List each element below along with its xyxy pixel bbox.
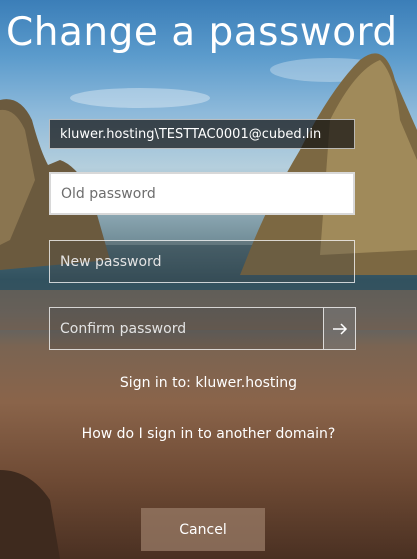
submit-button[interactable] bbox=[323, 307, 356, 350]
change-password-screen: Change a password Sign in to: kluwer.hos… bbox=[0, 0, 417, 559]
old-password-input[interactable] bbox=[49, 172, 355, 215]
sign-in-domain-text: Sign in to: kluwer.hosting bbox=[119, 375, 298, 391]
cancel-button[interactable]: Cancel bbox=[141, 508, 265, 551]
username-field[interactable] bbox=[49, 119, 355, 149]
new-password-input[interactable] bbox=[49, 240, 355, 283]
arrow-right-icon bbox=[332, 322, 347, 335]
other-domain-link[interactable]: How do I sign in to another domain? bbox=[0, 426, 417, 442]
confirm-password-input[interactable] bbox=[49, 307, 323, 350]
page-title: Change a password bbox=[6, 10, 398, 55]
